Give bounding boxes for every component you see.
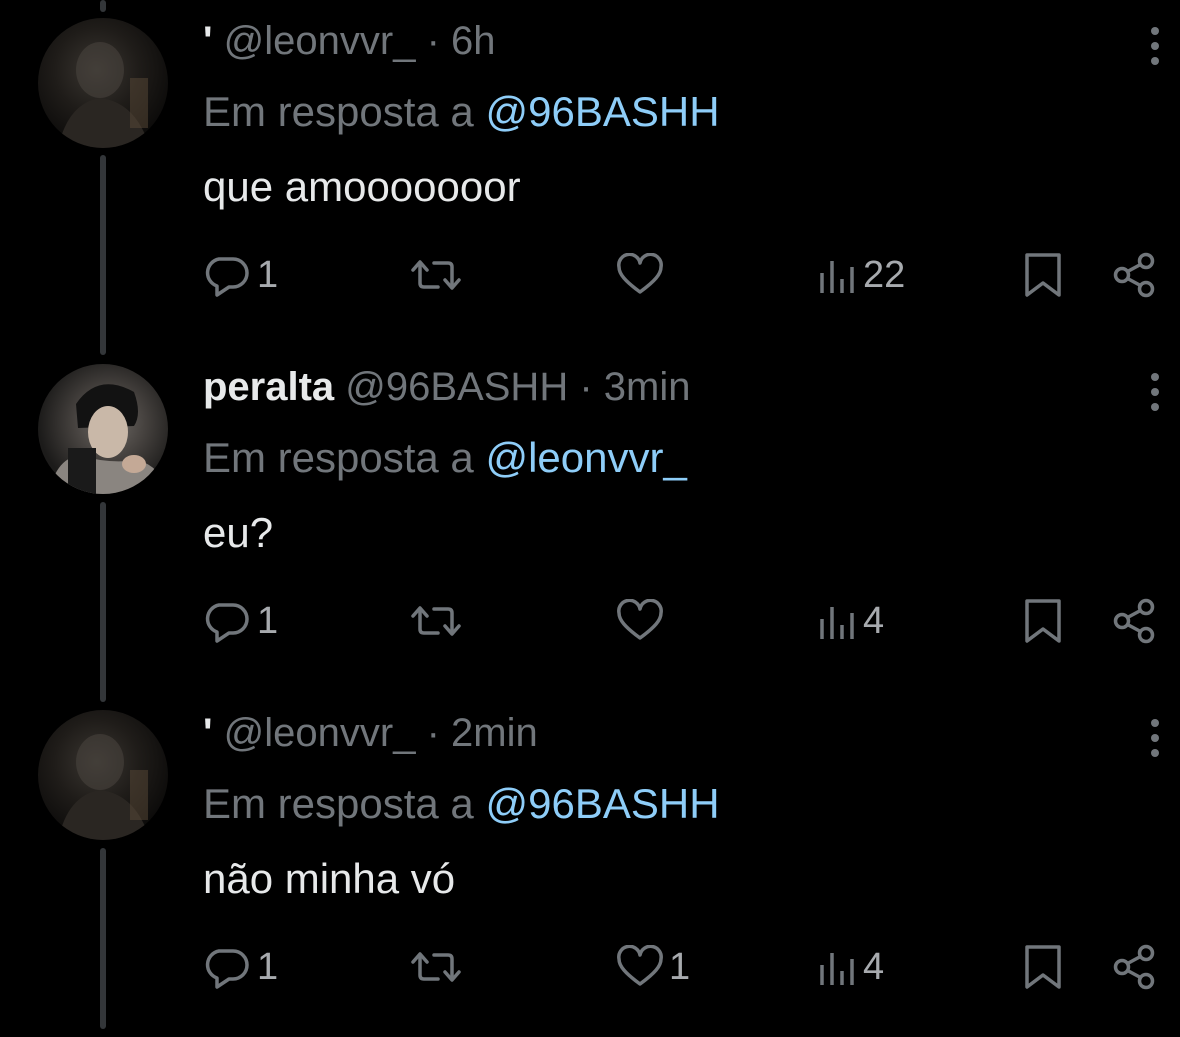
views-icon (815, 945, 859, 989)
action-bar: 1 1 4 (0, 942, 1180, 992)
post-text: não minha vó (203, 855, 456, 902)
like-button[interactable]: 1 (615, 942, 690, 992)
bookmark-button[interactable] (1022, 942, 1064, 992)
avatar[interactable] (38, 364, 168, 494)
like-icon (615, 945, 665, 989)
reply-button[interactable]: 1 (203, 250, 278, 300)
bookmark-button[interactable] (1022, 250, 1064, 300)
views-count: 4 (863, 945, 885, 988)
bookmark-icon (1022, 943, 1064, 991)
user-handle[interactable]: @leonvvr_ (224, 711, 416, 755)
more-icon[interactable] (1140, 714, 1170, 764)
share-icon (1112, 597, 1158, 645)
reply-button[interactable]: 1 (203, 942, 278, 992)
views-icon (815, 253, 859, 297)
repost-button[interactable] (408, 250, 468, 300)
user-handle[interactable]: @leonvvr_ (224, 19, 416, 63)
reply-mention[interactable]: @leonvvr_ (485, 434, 686, 481)
views-count: 4 (863, 599, 885, 642)
bookmark-button[interactable] (1022, 596, 1064, 646)
reply-button[interactable]: 1 (203, 596, 278, 646)
share-button[interactable] (1112, 596, 1158, 646)
post-text: que amooooooor (203, 163, 521, 210)
repost-icon (408, 599, 464, 643)
repost-button[interactable] (408, 596, 468, 646)
post-header: peralta @96BASHH · 3min (203, 360, 691, 414)
reply-prefix: Em resposta a (203, 88, 474, 135)
views-button[interactable]: 4 (815, 942, 884, 992)
separator-dot: · (426, 711, 440, 755)
avatar[interactable] (38, 710, 168, 840)
post[interactable]: ' @leonvvr_ · 6h Em resposta a @96BASHH … (0, 0, 1180, 345)
like-button[interactable] (615, 250, 669, 300)
reply-count: 1 (257, 945, 279, 988)
post-time[interactable]: 3min (604, 365, 691, 409)
share-button[interactable] (1112, 942, 1158, 992)
repost-icon (408, 253, 464, 297)
reply-context: Em resposta a @leonvvr_ (203, 431, 687, 485)
repost-button[interactable] (408, 942, 468, 992)
bookmark-icon (1022, 251, 1064, 299)
user-handle[interactable]: @96BASHH (345, 365, 568, 409)
bookmark-icon (1022, 597, 1064, 645)
avatar[interactable] (38, 18, 168, 148)
more-icon[interactable] (1140, 22, 1170, 72)
reply-prefix: Em resposta a (203, 434, 474, 481)
reply-icon (203, 945, 253, 989)
repost-icon (408, 945, 464, 989)
views-icon (815, 599, 859, 643)
post-header: ' @leonvvr_ · 2min (203, 706, 538, 760)
views-count: 22 (863, 253, 906, 296)
separator-dot: · (426, 19, 440, 63)
reply-context: Em resposta a @96BASHH (203, 777, 720, 831)
views-button[interactable]: 22 (815, 250, 905, 300)
reply-mention[interactable]: @96BASHH (485, 780, 719, 827)
action-bar: 1 22 (0, 250, 1180, 300)
display-name[interactable]: ' (203, 19, 213, 63)
post-header: ' @leonvvr_ · 6h (203, 14, 496, 68)
reply-count: 1 (257, 599, 279, 642)
post[interactable]: peralta @96BASHH · 3min Em resposta a @l… (0, 346, 1180, 691)
reply-prefix: Em resposta a (203, 780, 474, 827)
share-icon (1112, 251, 1158, 299)
views-button[interactable]: 4 (815, 596, 884, 646)
reply-icon (203, 599, 253, 643)
reply-count: 1 (257, 253, 279, 296)
separator-dot: · (579, 365, 593, 409)
post-time[interactable]: 2min (451, 711, 538, 755)
display-name[interactable]: peralta (203, 365, 334, 409)
share-button[interactable] (1112, 250, 1158, 300)
more-icon[interactable] (1140, 368, 1170, 418)
reply-context: Em resposta a @96BASHH (203, 85, 720, 139)
share-icon (1112, 943, 1158, 991)
post[interactable]: ' @leonvvr_ · 2min Em resposta a @96BASH… (0, 692, 1180, 1037)
reply-icon (203, 253, 253, 297)
action-bar: 1 4 (0, 596, 1180, 646)
post-text: eu? (203, 509, 274, 556)
like-icon (615, 599, 665, 643)
like-icon (615, 253, 665, 297)
like-button[interactable] (615, 596, 669, 646)
post-time[interactable]: 6h (451, 19, 496, 63)
like-count: 1 (669, 945, 691, 988)
display-name[interactable]: ' (203, 711, 213, 755)
reply-mention[interactable]: @96BASHH (485, 88, 719, 135)
